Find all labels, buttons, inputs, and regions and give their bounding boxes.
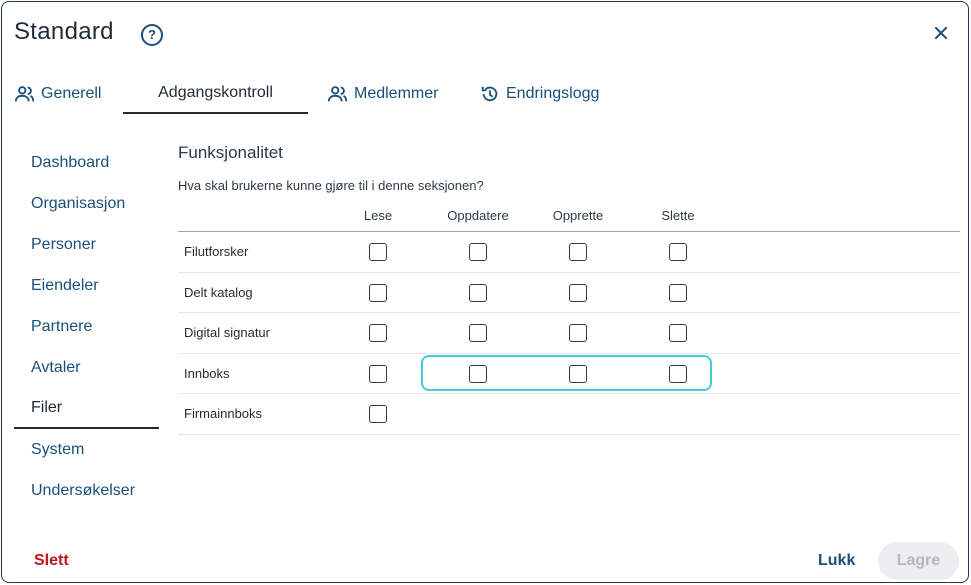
tab-label: Generell <box>41 85 102 102</box>
checkbox-opprette[interactable] <box>569 283 587 302</box>
sidebar-item-personer[interactable]: Personer <box>14 224 159 265</box>
dialog-title: Standard <box>14 18 114 45</box>
row-label: Digital signatur <box>184 325 270 340</box>
table-row: Firmainnboks <box>178 394 960 435</box>
close-button[interactable]: Lukk <box>818 552 855 570</box>
row-label: Innboks <box>184 365 230 381</box>
column-header-lese: Lese <box>363 208 393 223</box>
row-label: Delt katalog <box>184 284 253 300</box>
checkbox-oppdatere[interactable] <box>469 283 487 302</box>
column-header-opprette: Opprette <box>552 208 604 223</box>
checkbox-opprette[interactable] <box>569 324 587 342</box>
tab-adgangskontroll[interactable]: Adgangskontroll <box>123 74 308 114</box>
checkbox-slette[interactable] <box>669 283 687 302</box>
sidebar-item-filer[interactable]: Filer <box>14 388 159 429</box>
sidebar: Dashboard Organisasjon Personer Eiendele… <box>14 142 159 511</box>
table-row: Digital signatur <box>178 313 960 354</box>
checkbox-lese[interactable] <box>369 243 387 261</box>
column-header-oppdatere: Oppdatere <box>447 208 509 223</box>
sidebar-item-partnere[interactable]: Partnere <box>14 306 159 347</box>
checkbox-slette[interactable] <box>669 243 687 261</box>
table-row: Filutforsker <box>178 232 960 273</box>
section-question: Hva skal brukerne kunne gjøre til i denn… <box>178 178 484 193</box>
permissions-table: Lese Oppdatere Opprette Slette Filutfors… <box>178 203 960 435</box>
sidebar-item-eiendeler[interactable]: Eiendeler <box>14 265 159 306</box>
history-icon <box>481 86 498 102</box>
tab-generell[interactable]: Generell <box>14 74 101 114</box>
people-icon <box>14 86 35 102</box>
checkbox-lese[interactable] <box>369 405 387 423</box>
checkbox-lese[interactable] <box>369 283 387 302</box>
checkbox-opprette[interactable] <box>569 243 587 261</box>
dialog: Standard ? Generell Adgangskontroll Medl… <box>1 1 969 583</box>
sidebar-item-avtaler[interactable]: Avtaler <box>14 347 159 388</box>
tab-bar: Generell Adgangskontroll Medlemmer Endri… <box>2 74 970 114</box>
table-header: Lese Oppdatere Opprette Slette <box>178 203 960 232</box>
row-label: Firmainnboks <box>184 406 263 421</box>
sidebar-item-undersokelser[interactable]: Undersøkelser <box>14 470 159 511</box>
focus-ring <box>421 355 712 391</box>
tab-endringslogg[interactable]: Endringslogg <box>479 74 599 114</box>
checkbox-slette[interactable] <box>669 324 687 342</box>
tab-label: Endringslogg <box>506 85 600 102</box>
checkbox-lese[interactable] <box>369 364 387 383</box>
checkbox-oppdatere[interactable] <box>469 324 487 342</box>
checkbox-oppdatere[interactable] <box>469 243 487 261</box>
save-button[interactable]: Lagre <box>878 542 959 580</box>
delete-button[interactable]: Slett <box>34 552 69 570</box>
table-row: Delt katalog <box>178 273 960 313</box>
section-title: Funksjonalitet <box>178 143 283 162</box>
tab-label: Adgangskontroll <box>158 84 273 101</box>
tab-label: Medlemmer <box>354 85 439 102</box>
row-label: Filutforsker <box>184 244 249 259</box>
sidebar-item-dashboard[interactable]: Dashboard <box>14 142 159 183</box>
close-icon[interactable] <box>931 23 951 43</box>
help-icon[interactable]: ? <box>141 24 163 46</box>
sidebar-item-system[interactable]: System <box>14 429 159 470</box>
people-icon <box>327 86 348 102</box>
sidebar-item-organisasjon[interactable]: Organisasjon <box>14 183 159 224</box>
tab-medlemmer[interactable]: Medlemmer <box>327 74 438 114</box>
checkbox-lese[interactable] <box>369 324 387 342</box>
column-header-slette: Slette <box>661 208 695 223</box>
